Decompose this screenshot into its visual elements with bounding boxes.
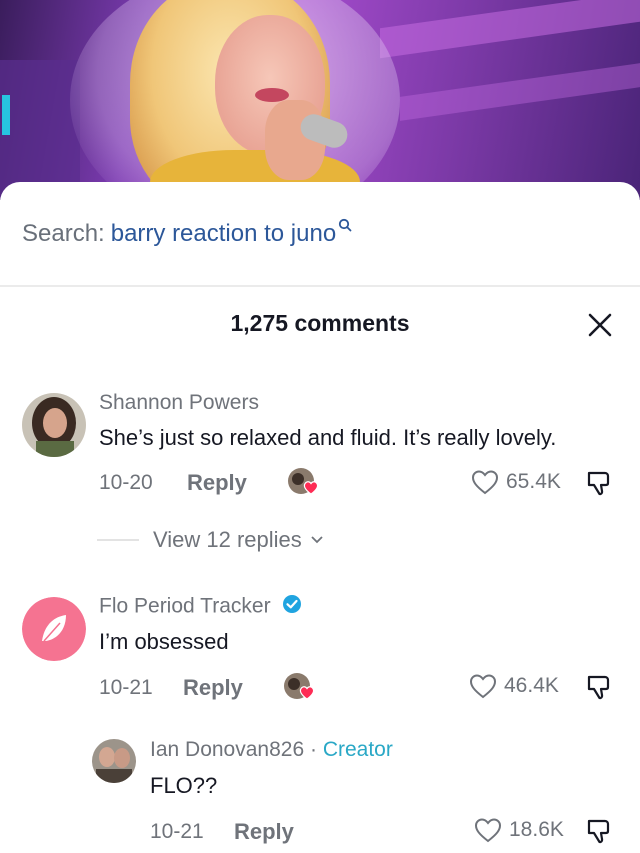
search-suggestion[interactable]: Search: barry reaction to juno [22,218,352,250]
view-replies-label: View 12 replies [153,527,302,552]
comment-text: FLO?? [150,773,218,798]
avatar[interactable] [22,597,86,661]
reply-button[interactable]: Reply [187,470,247,496]
comment-text: I’m obsessed [99,629,229,654]
like-count: 65.4K [506,470,561,493]
heart-outline-icon [474,818,502,843]
username-text: Flo Period Tracker [99,594,271,618]
divider [0,285,640,287]
comments-count: 1,275 comments [230,310,410,336]
comment-date: 10-21 [150,820,204,843]
comment-date: 10-20 [99,471,153,494]
search-icon [338,218,352,238]
like-count: 18.6K [509,818,564,841]
stage-light [0,60,80,200]
comment-username[interactable]: Shannon Powers [99,391,259,415]
heart-outline-icon [469,674,497,699]
creator-liked-heart-icon [287,467,321,497]
search-label: Search: [22,220,105,247]
video-thumbnail[interactable] [0,0,640,200]
username-text: Ian Donovan826 [150,738,305,761]
divider [97,539,139,541]
thumbs-down-icon[interactable] [584,468,614,498]
comment-date: 10-21 [99,676,153,699]
reply-button[interactable]: Reply [183,675,243,701]
separator: · [304,738,323,761]
close-icon [588,313,612,337]
comment-username[interactable]: Ian Donovan826 · Creator [150,738,393,762]
creator-badge: Creator [322,738,393,761]
comments-sheet: Search: barry reaction to juno 1,275 com… [0,182,640,853]
creator-liked-heart-icon [283,672,317,702]
thumbs-down-icon[interactable] [584,816,614,846]
stage-light [400,63,640,121]
search-term-link[interactable]: barry reaction to juno [111,220,336,248]
like-count: 46.4K [504,674,559,697]
like-button[interactable]: 46.4K [468,672,559,700]
heart-outline-icon [471,470,499,495]
avatar[interactable] [92,739,136,783]
stage-light [380,0,640,59]
like-button[interactable]: 18.6K [473,816,564,844]
like-button[interactable]: 65.4K [470,468,561,496]
comment-text: She’s just so relaxed and fluid. It’s re… [99,425,557,450]
comment-username[interactable]: Flo Period Tracker [99,594,302,620]
thumbs-down-icon[interactable] [584,672,614,702]
verified-badge-icon [282,594,302,620]
reply-button[interactable]: Reply [234,819,294,845]
close-button[interactable] [586,311,614,339]
stage-light [2,95,10,135]
avatar[interactable] [22,393,86,457]
chevron-down-icon [311,536,323,544]
view-replies-button[interactable]: View 12 replies [97,527,324,553]
